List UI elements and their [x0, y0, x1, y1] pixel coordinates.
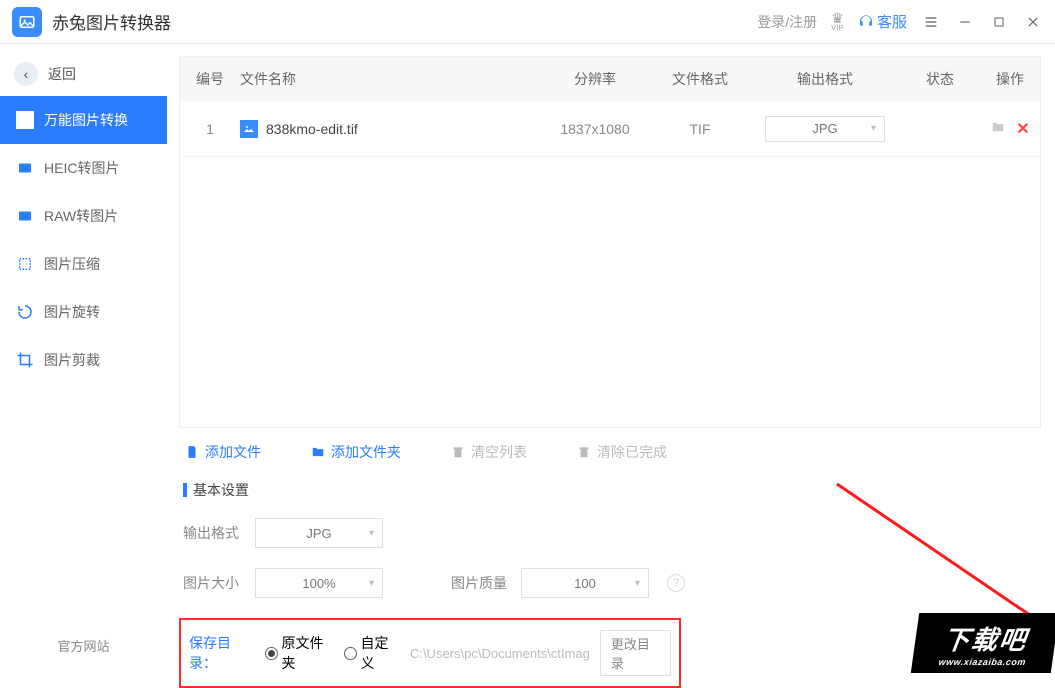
save-dir-label: 保存目录： — [189, 633, 255, 673]
th-format: 文件格式 — [650, 69, 750, 89]
watermark: 下载吧 www.xiazaiba.com — [911, 613, 1055, 673]
row-index: 1 — [180, 121, 240, 137]
open-folder-icon[interactable] — [990, 120, 1006, 137]
output-format-label: 输出格式 — [183, 523, 241, 543]
chevron-down-icon: ▾ — [369, 578, 374, 589]
file-table: 编号 文件名称 分辨率 文件格式 输出格式 状态 操作 1 838kmo-edi… — [179, 56, 1041, 428]
compress-icon — [16, 255, 34, 273]
chevron-left-icon: ‹ — [14, 62, 38, 86]
official-site-link[interactable]: 官方网站 — [0, 618, 167, 673]
titlebar: 赤兔图片转换器 登录/注册 ♛ VIP 客服 — [0, 0, 1055, 44]
radio-custom-folder[interactable]: 自定义 — [344, 633, 400, 673]
sidebar-item-label: 图片旋转 — [44, 302, 100, 322]
image-size-select[interactable]: 100% ▾ — [255, 568, 383, 598]
row-resolution: 1837x1080 — [540, 121, 650, 137]
close-window-icon[interactable] — [1023, 12, 1043, 32]
menu-icon[interactable] — [921, 12, 941, 32]
trash-check-icon — [577, 445, 591, 459]
th-name: 文件名称 — [240, 69, 540, 89]
image-size-label: 图片大小 — [183, 573, 241, 593]
row-format: TIF — [650, 121, 750, 137]
table-header: 编号 文件名称 分辨率 文件格式 输出格式 状态 操作 — [180, 57, 1040, 101]
output-format-select[interactable]: JPG ▾ — [255, 518, 383, 548]
row-output-format-select[interactable]: JPG ▾ — [765, 116, 885, 142]
sidebar-item-universal-convert[interactable]: 万能图片转换 — [0, 96, 167, 144]
sidebar-item-heic[interactable]: HEIC转图片 — [0, 144, 167, 192]
add-folder-button[interactable]: 添加文件夹 — [311, 442, 401, 462]
sidebar-item-label: HEIC转图片 — [44, 158, 119, 178]
clear-list-button[interactable]: 清空列表 — [451, 442, 527, 462]
th-resolution: 分辨率 — [540, 69, 650, 89]
sidebar-item-rotate[interactable]: 图片旋转 — [0, 288, 167, 336]
chevron-down-icon: ▾ — [871, 123, 876, 134]
sidebar-item-raw[interactable]: RAW转图片 — [0, 192, 167, 240]
change-dir-button[interactable]: 更改目录 — [600, 630, 671, 676]
save-directory-row: 保存目录： 原文件夹 自定义 C:\Users\pc\Documents\ctI… — [179, 618, 681, 688]
th-operation: 操作 — [980, 69, 1040, 89]
main-panel: 编号 文件名称 分辨率 文件格式 输出格式 状态 操作 1 838kmo-edi… — [167, 44, 1055, 673]
th-output: 输出格式 — [750, 69, 900, 89]
rotate-icon — [16, 303, 34, 321]
save-path-text: C:\Users\pc\Documents\ctImag — [410, 646, 590, 661]
sidebar-item-label: 图片压缩 — [44, 254, 100, 274]
chevron-down-icon: ▾ — [369, 528, 374, 539]
sidebar-item-crop[interactable]: 图片剪裁 — [0, 336, 167, 384]
vip-icon[interactable]: ♛ VIP — [831, 11, 844, 32]
minimize-icon[interactable] — [955, 12, 975, 32]
trash-icon — [451, 445, 465, 459]
radio-icon — [265, 647, 277, 660]
add-file-button[interactable]: 添加文件 — [185, 442, 261, 462]
app-logo — [12, 7, 42, 37]
folder-add-icon — [311, 445, 325, 459]
table-row: 1 838kmo-edit.tif 1837x1080 TIF JPG ▾ ✕ — [180, 101, 1040, 157]
maximize-icon[interactable] — [989, 12, 1009, 32]
sidebar-item-label: 图片剪裁 — [44, 350, 100, 370]
th-index: 编号 — [180, 69, 240, 89]
login-register-link[interactable]: 登录/注册 — [757, 12, 817, 32]
heic-icon — [16, 159, 34, 177]
image-file-icon — [240, 120, 258, 138]
clear-done-button[interactable]: 清除已完成 — [577, 442, 667, 462]
action-bar: 添加文件 添加文件夹 清空列表 清除已完成 — [179, 428, 1041, 472]
raw-icon — [16, 207, 34, 225]
section-bar-icon — [183, 483, 187, 497]
image-quality-select[interactable]: 100 ▾ — [521, 568, 649, 598]
image-quality-label: 图片质量 — [451, 573, 507, 593]
chevron-down-icon: ▾ — [635, 578, 640, 589]
basic-settings-title: 基本设置 — [179, 472, 1041, 514]
file-add-icon — [185, 445, 199, 459]
delete-icon[interactable]: ✕ — [1016, 119, 1029, 139]
help-icon[interactable]: ? — [667, 574, 685, 592]
customer-service-button[interactable]: 客服 — [858, 11, 907, 32]
back-button[interactable]: ‹ 返回 — [0, 52, 167, 96]
crop-icon — [16, 351, 34, 369]
radio-icon — [344, 647, 356, 660]
sidebar-item-compress[interactable]: 图片压缩 — [0, 240, 167, 288]
sidebar-item-label: 万能图片转换 — [44, 110, 128, 130]
app-title: 赤兔图片转换器 — [52, 9, 171, 34]
convert-icon — [16, 111, 34, 129]
radio-original-folder[interactable]: 原文件夹 — [265, 633, 334, 673]
sidebar-item-label: RAW转图片 — [44, 206, 118, 226]
th-status: 状态 — [900, 69, 980, 89]
back-label: 返回 — [48, 64, 76, 84]
row-filename: 838kmo-edit.tif — [240, 120, 540, 138]
sidebar: ‹ 返回 万能图片转换 HEIC转图片 RAW转图片 图片压缩 图片旋转 图片剪… — [0, 44, 167, 673]
